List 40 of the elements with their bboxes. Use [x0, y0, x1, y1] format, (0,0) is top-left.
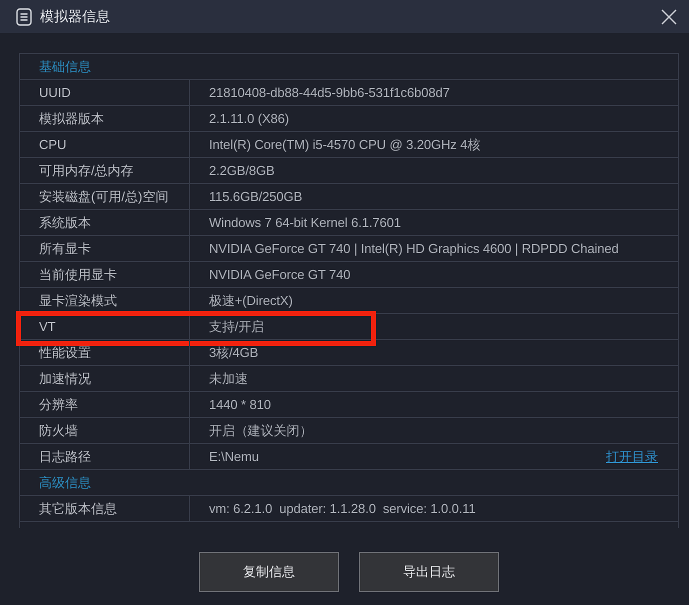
row-label: 性能设置: [20, 340, 190, 365]
row-value: 2.1.11.0 (X86): [209, 111, 290, 126]
row-label: 安装磁盘(可用/总)空间: [20, 184, 190, 209]
row-value: 极速+(DirectX): [209, 292, 293, 310]
row-label: 显卡渲染模式: [20, 288, 190, 313]
row-value: 开启（建议关闭）: [209, 422, 312, 440]
row-label: 系统版本: [20, 210, 190, 235]
export-log-button[interactable]: 导出日志: [359, 552, 499, 592]
copy-info-button[interactable]: 复制信息: [199, 552, 339, 592]
row-value: NVIDIA GeForce GT 740: [209, 267, 350, 282]
section-title: 高级信息: [39, 474, 91, 492]
row-label: 当前使用显卡: [20, 262, 190, 287]
row-value: 3核/4GB: [209, 344, 258, 362]
document-icon: [16, 8, 32, 26]
row-value: NVIDIA GeForce GT 740 | Intel(R) HD Graphics 4600 | RDPDD Chained: [209, 241, 619, 256]
row-value: 支持/开启: [209, 318, 264, 336]
row-label: 其它版本信息: [20, 496, 190, 521]
window-title: 模拟器信息: [40, 8, 111, 26]
row-value: Intel(R) Core(TM) i5-4570 CPU @ 3.20GHz 4核: [209, 136, 480, 154]
row-value: 1440 * 810: [209, 397, 271, 412]
row-value: Windows 7 64-bit Kernel 6.1.7601: [209, 215, 401, 230]
row-value: 115.6GB/250GB: [209, 189, 302, 204]
row-value: vm: 6.2.1.0 updater: 1.1.28.0 service: 1.0.0.11: [209, 501, 476, 516]
row-value: 未加速: [209, 370, 248, 388]
close-button[interactable]: [659, 6, 679, 26]
row-label: 日志路径: [20, 444, 190, 469]
row-label: CPU: [20, 132, 190, 157]
row-label: 加速情况: [20, 366, 190, 391]
row-label: VT: [20, 314, 190, 339]
section-title: 基础信息: [39, 58, 91, 76]
row-value: 2.2GB/8GB: [209, 163, 275, 178]
row-label: 模拟器版本: [20, 106, 190, 131]
row-label: 所有显卡: [20, 236, 190, 261]
row-label: UUID: [20, 80, 190, 105]
row-label: 防火墙: [20, 418, 190, 443]
row-value: E:\Nemu: [209, 449, 259, 464]
row-label: 可用内存/总内存: [20, 158, 190, 183]
row-label: 分辨率: [20, 392, 190, 417]
open-folder-link[interactable]: 打开目录: [606, 448, 658, 466]
row-value: 21810408-db88-44d5-9bb6-531f1c6b08d7: [209, 85, 450, 100]
